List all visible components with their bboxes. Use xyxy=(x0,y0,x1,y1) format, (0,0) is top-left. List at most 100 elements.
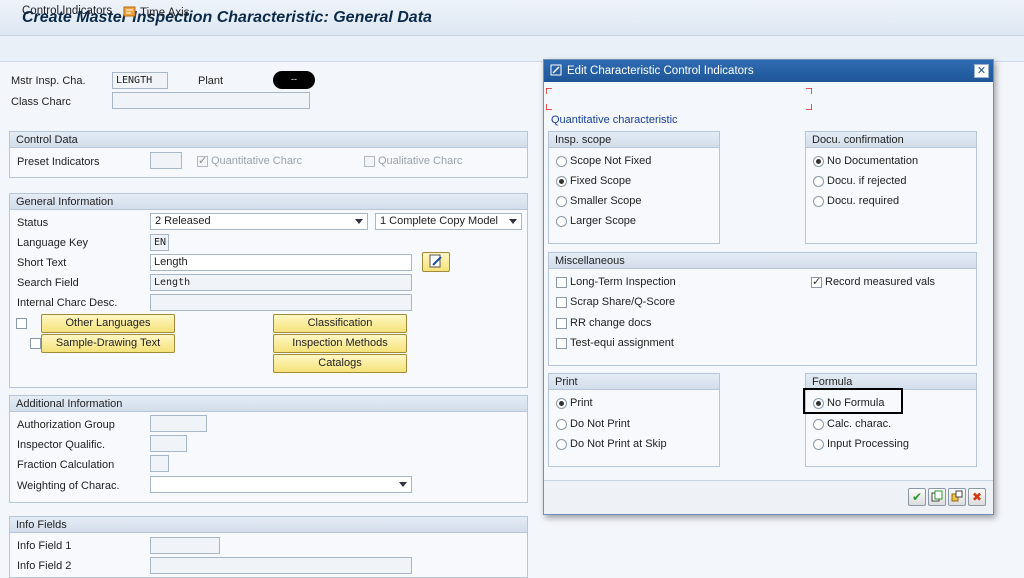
cancel-button[interactable]: ✖ xyxy=(968,488,986,506)
general-information-header: General Information xyxy=(10,194,527,210)
checkbox-label: RR change docs xyxy=(570,317,651,329)
radio-circle xyxy=(813,156,824,167)
cancel-x-icon: ✖ xyxy=(972,490,982,504)
radio-label: Do Not Print xyxy=(570,418,630,430)
mstr-insp-field[interactable]: LENGTH xyxy=(112,72,168,89)
confirm-button[interactable]: ✔ xyxy=(908,488,926,506)
catalogs-button[interactable]: Catalogs xyxy=(273,354,407,373)
quantitative-charc-checkbox[interactable]: Quantitative Charc xyxy=(197,155,302,167)
rr-change-docs-checkbox[interactable]: RR change docs xyxy=(556,317,651,329)
copy-model-dropdown[interactable]: 1 Complete Copy Model xyxy=(375,213,522,230)
insp-scope-group: Insp. scope xyxy=(548,131,720,244)
docu-if-rejected-radio[interactable]: Docu. if rejected xyxy=(813,175,906,187)
info-field-2-input[interactable] xyxy=(150,557,412,574)
radio-circle xyxy=(813,196,824,207)
chevron-down-icon xyxy=(509,219,517,224)
checkbox-box xyxy=(556,277,567,288)
do-not-print-radio[interactable]: Do Not Print xyxy=(556,418,630,430)
do-not-print-at-skip-radio[interactable]: Do Not Print at Skip xyxy=(556,438,667,450)
status-value: 2 Released xyxy=(155,215,211,227)
status-dropdown[interactable]: 2 Released xyxy=(150,213,368,230)
radio-label: Scope Not Fixed xyxy=(570,155,651,167)
no-documentation-radio[interactable]: No Documentation xyxy=(813,155,918,167)
radio-label: Fixed Scope xyxy=(570,175,631,187)
checkbox-label: Scrap Share/Q-Score xyxy=(570,296,675,308)
checkbox-box xyxy=(556,297,567,308)
search-field-input[interactable]: Length xyxy=(150,274,412,291)
language-key-field[interactable]: EN xyxy=(150,234,169,251)
qualitative-checkbox-box xyxy=(364,156,375,167)
preset-indicators-field[interactable] xyxy=(150,152,182,169)
radio-circle xyxy=(813,419,824,430)
other-languages-button[interactable]: Other Languages xyxy=(41,314,175,333)
close-icon[interactable]: ✕ xyxy=(974,64,989,78)
copy-button[interactable] xyxy=(928,488,946,506)
test-equi-checkbox[interactable]: Test-equi assignment xyxy=(556,337,674,349)
plant-field[interactable]: -- xyxy=(273,71,315,89)
copy-model-value: 1 Complete Copy Model xyxy=(380,215,498,227)
smaller-scope-radio[interactable]: Smaller Scope xyxy=(556,195,642,207)
short-text-field[interactable]: Length xyxy=(150,254,412,271)
internal-charc-label: Internal Charc Desc. xyxy=(17,297,117,309)
radio-circle xyxy=(556,398,567,409)
checkbox-box xyxy=(556,338,567,349)
miscellaneous-header: Miscellaneous xyxy=(549,253,976,269)
transfer-button[interactable] xyxy=(948,488,966,506)
insp-scope-header: Insp. scope xyxy=(549,132,719,148)
info-fields-header: Info Fields xyxy=(10,517,527,533)
dialog-title-bar: Edit Characteristic Control Indicators xyxy=(544,60,993,82)
inspector-qualific-label: Inspector Qualific. xyxy=(17,439,105,451)
long-term-inspection-checkbox[interactable]: Long-Term Inspection xyxy=(556,276,676,288)
chevron-down-icon xyxy=(355,219,363,224)
control-indicators-button[interactable]: Control Indicators xyxy=(22,5,112,17)
radio-label: No Documentation xyxy=(827,155,918,167)
inspection-methods-button[interactable]: Inspection Methods xyxy=(273,334,407,353)
inspector-qualific-field[interactable] xyxy=(150,435,187,452)
info-field-1-input[interactable] xyxy=(150,537,220,554)
radio-circle xyxy=(556,156,567,167)
scope-not-fixed-radio[interactable]: Scope Not Fixed xyxy=(556,155,651,167)
checkbox-label: Record measured vals xyxy=(825,276,935,288)
edit-long-text-button[interactable] xyxy=(422,252,450,272)
transfer-icon xyxy=(951,490,963,505)
corner-marker-icon xyxy=(806,88,812,94)
radio-circle xyxy=(556,419,567,430)
fraction-calculation-field[interactable] xyxy=(150,455,169,472)
class-charc-field[interactable] xyxy=(112,92,310,109)
sample-drawing-text-button[interactable]: Sample-Drawing Text xyxy=(41,334,175,353)
print-radio[interactable]: Print xyxy=(556,397,593,409)
copy-icon xyxy=(931,490,943,505)
radio-label: Docu. required xyxy=(827,195,899,207)
checkbox-box xyxy=(556,318,567,329)
no-formula-radio[interactable]: No Formula xyxy=(813,397,884,409)
larger-scope-radio[interactable]: Larger Scope xyxy=(556,215,636,227)
corner-marker-icon xyxy=(546,104,552,110)
short-text-label: Short Text xyxy=(17,257,66,269)
checkbox-label: Long-Term Inspection xyxy=(570,276,676,288)
record-measured-vals-checkbox[interactable]: Record measured vals xyxy=(811,276,935,288)
quantitative-checkbox-box xyxy=(197,156,208,167)
sample-drawing-checkbox[interactable] xyxy=(30,338,41,349)
qualitative-charc-checkbox[interactable]: Qualitative Charc xyxy=(364,155,462,167)
control-indicators-label: Control Indicators xyxy=(22,5,112,17)
authorization-group-field[interactable] xyxy=(150,415,207,432)
edit-window-icon xyxy=(550,64,562,79)
internal-charc-field[interactable] xyxy=(150,294,412,311)
classification-button[interactable]: Classification xyxy=(273,314,407,333)
weighting-dropdown[interactable] xyxy=(150,476,412,493)
radio-circle xyxy=(813,398,824,409)
scrap-share-checkbox[interactable]: Scrap Share/Q-Score xyxy=(556,296,675,308)
input-processing-radio[interactable]: Input Processing xyxy=(813,438,909,450)
chevron-down-icon xyxy=(399,482,407,487)
other-languages-checkbox[interactable] xyxy=(16,318,27,329)
docu-required-radio[interactable]: Docu. required xyxy=(813,195,899,207)
preset-indicators-label: Preset Indicators xyxy=(17,156,100,168)
calc-charac-radio[interactable]: Calc. charac. xyxy=(813,418,891,430)
radio-circle xyxy=(556,216,567,227)
time-axis-button[interactable]: Time Axis xyxy=(123,5,189,21)
checkbox-box xyxy=(811,277,822,288)
time-axis-label: Time Axis xyxy=(140,7,189,19)
radio-label: Input Processing xyxy=(827,438,909,450)
radio-label: Smaller Scope xyxy=(570,195,642,207)
fixed-scope-radio[interactable]: Fixed Scope xyxy=(556,175,631,187)
